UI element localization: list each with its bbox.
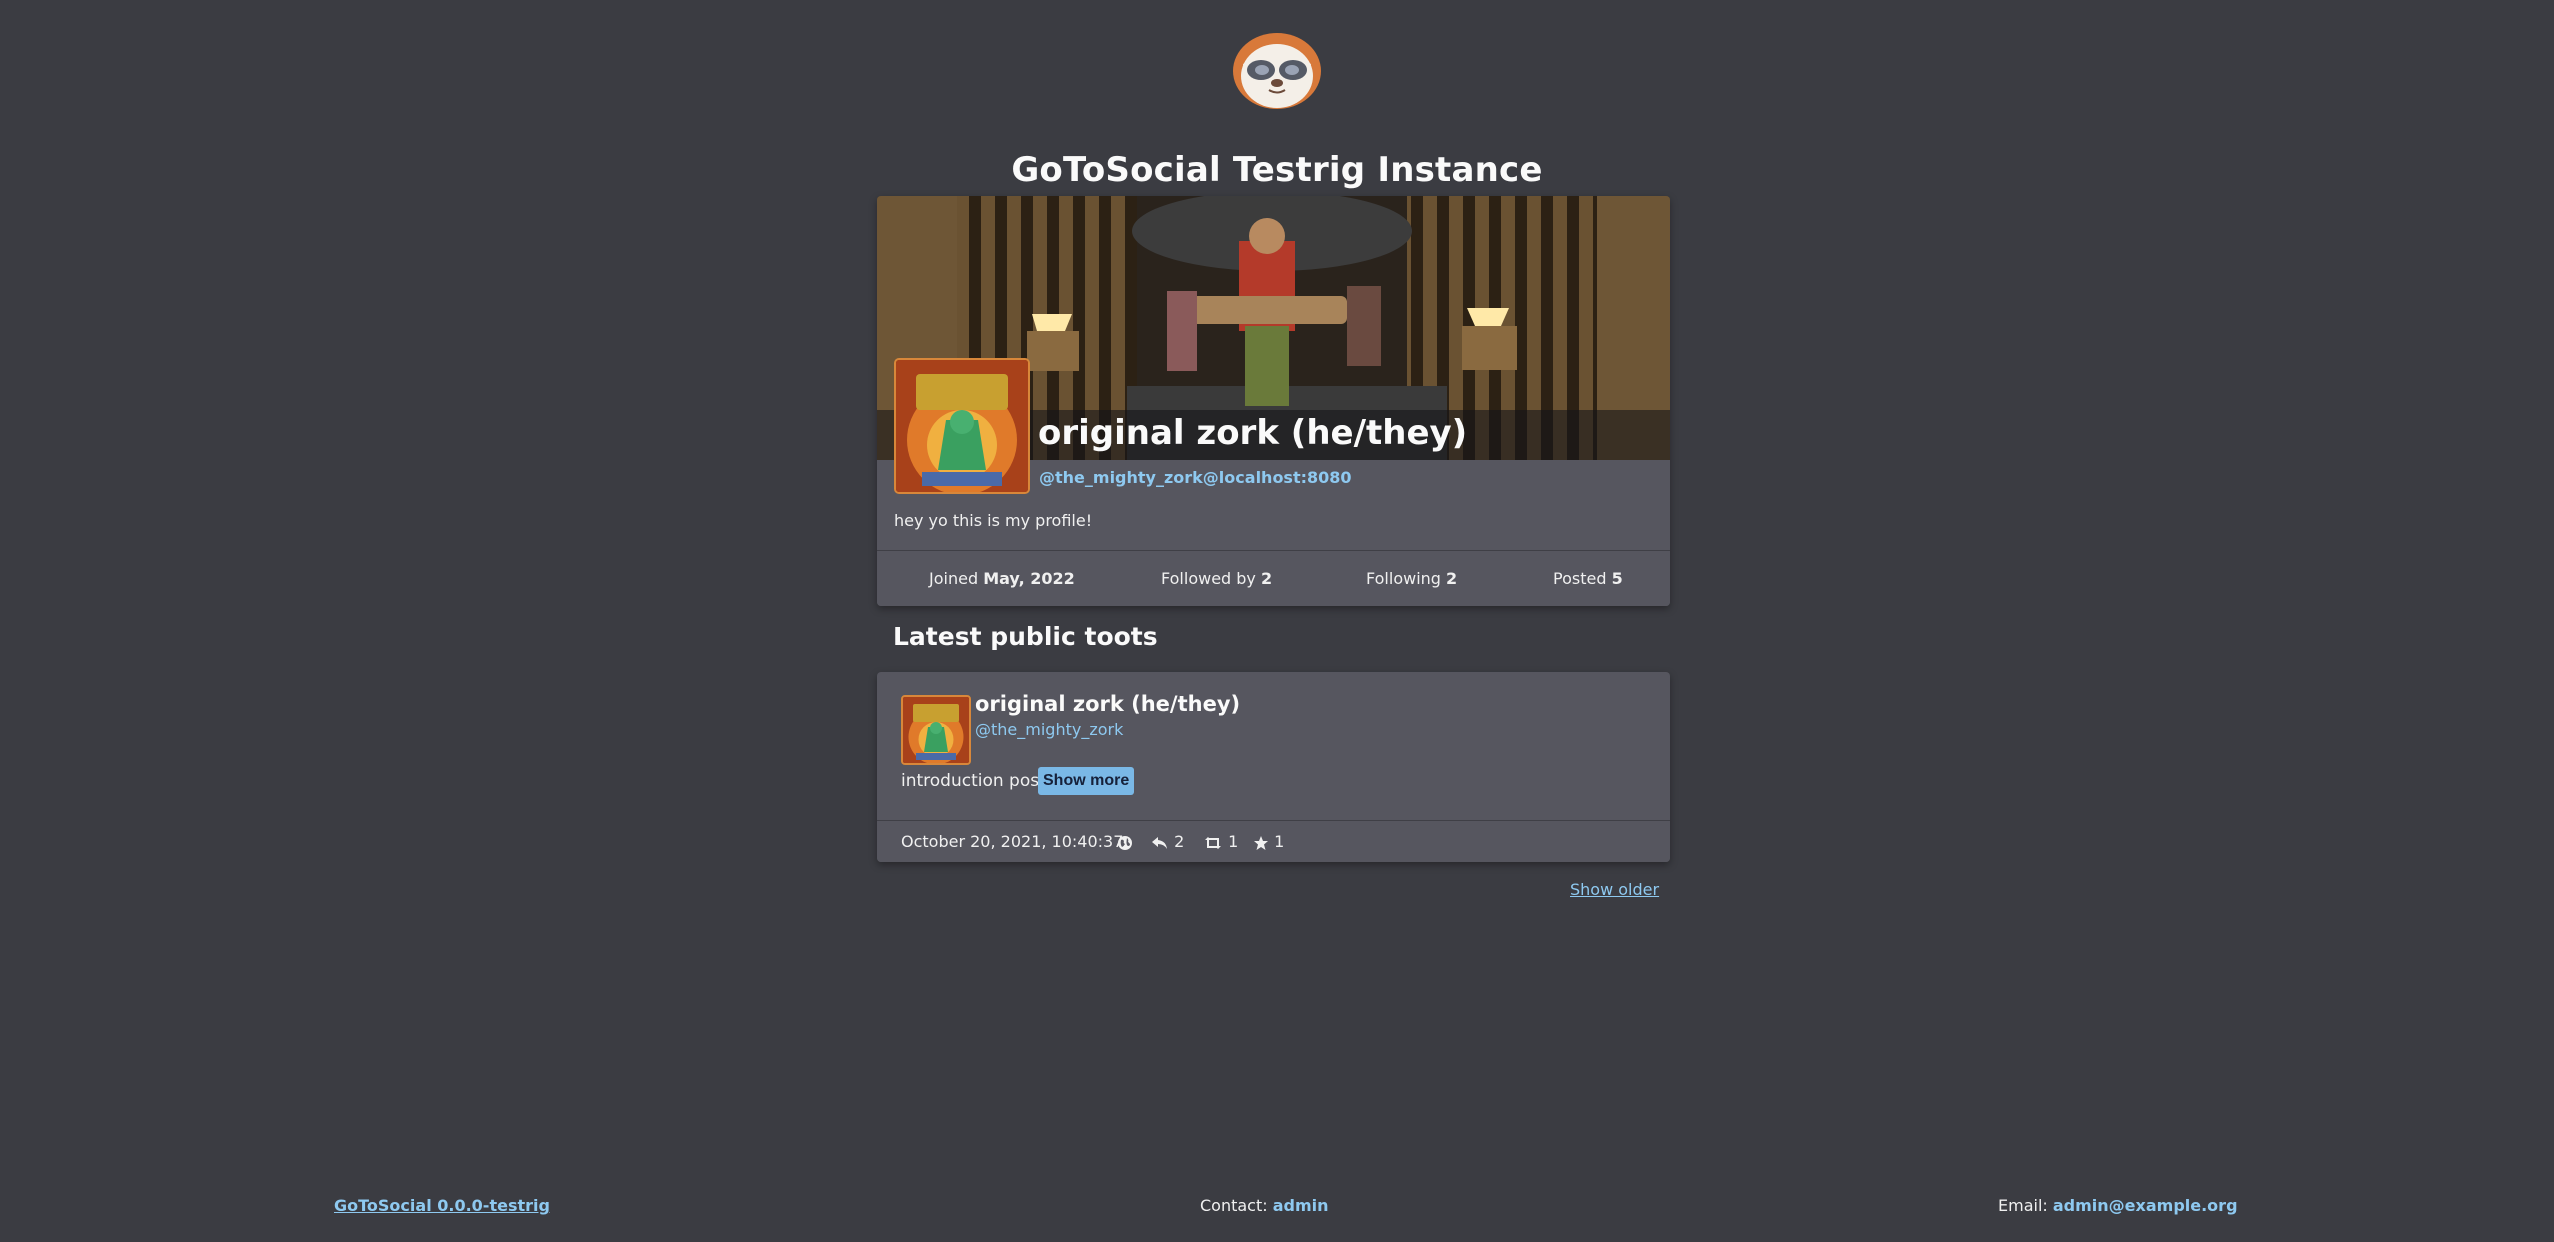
- star-icon: [1254, 835, 1268, 850]
- footer-version: GoToSocial 0.0.0-testrig: [334, 1196, 550, 1215]
- show-more-button[interactable]: Show more: [1038, 767, 1135, 795]
- profile-stats: Joined May, 2022 Followed by 2 Following…: [877, 550, 1670, 606]
- stat-following: Following 2: [1366, 569, 1457, 588]
- toot-info-bar: October 20, 2021, 10:40:37 2 1 1: [877, 820, 1670, 862]
- stat-joined-value: May, 2022: [983, 569, 1075, 588]
- zork-avatar-image: [903, 697, 969, 763]
- stat-posted: Posted 5: [1553, 569, 1623, 588]
- toot-replies-count: 2: [1174, 832, 1185, 851]
- toot-avatar[interactable]: [901, 695, 971, 765]
- profile-card: original zork (he/they) @the_mighty_zork…: [877, 196, 1670, 606]
- site-title: GoToSocial Testrig Instance: [1011, 150, 1543, 190]
- stat-joined: Joined May, 2022: [929, 569, 1075, 588]
- profile-handle[interactable]: @the_mighty_zork@localhost:8080: [1039, 468, 1352, 487]
- toot-boosts-count: 1: [1228, 832, 1239, 851]
- stat-following-label: Following: [1366, 569, 1441, 588]
- stat-followed-label: Followed by: [1161, 569, 1256, 588]
- latest-toots-heading: Latest public toots: [893, 622, 1158, 651]
- boost-icon: [1205, 836, 1221, 849]
- stat-followed-value: 2: [1261, 569, 1273, 588]
- stat-joined-label: Joined: [929, 569, 979, 588]
- toot-date[interactable]: October 20, 2021, 10:40:37: [901, 832, 1123, 851]
- stat-following-value: 2: [1446, 569, 1458, 588]
- contact-link[interactable]: admin: [1273, 1196, 1329, 1215]
- globe-icon: [1118, 835, 1132, 850]
- toot-replies: 2: [1151, 832, 1184, 851]
- email-link[interactable]: admin@example.org: [2053, 1196, 2238, 1215]
- toot-handle[interactable]: @the_mighty_zork: [975, 720, 1123, 739]
- stat-followed-by: Followed by 2: [1161, 569, 1272, 588]
- toot-faves-count: 1: [1274, 832, 1285, 851]
- profile-bio: hey yo this is my profile!: [894, 511, 1093, 530]
- toot-card[interactable]: original zork (he/they) @the_mighty_zork…: [877, 672, 1670, 862]
- contact-label: Contact:: [1200, 1196, 1268, 1215]
- toot-display-name: original zork (he/they): [975, 692, 1241, 716]
- profile-display-name: original zork (he/they): [1038, 413, 1468, 453]
- stat-posted-value: 5: [1611, 569, 1623, 588]
- sloth-logo-icon[interactable]: [1229, 28, 1325, 110]
- toot-visibility: [1117, 832, 1133, 851]
- show-older-link[interactable]: Show older: [1570, 880, 1659, 899]
- zork-avatar-image: [896, 360, 1028, 492]
- toot-boosts: 1: [1203, 832, 1238, 851]
- footer-contact: Contact: admin: [1200, 1196, 1329, 1215]
- site-header: GoToSocial Testrig Instance: [0, 28, 2554, 190]
- toot-content: introduction post: [901, 771, 1046, 791]
- reply-icon: [1152, 836, 1167, 849]
- email-label: Email:: [1998, 1196, 2048, 1215]
- stat-posted-label: Posted: [1553, 569, 1607, 588]
- profile-avatar[interactable]: [894, 358, 1030, 494]
- toot-faves: 1: [1253, 832, 1284, 851]
- version-link[interactable]: GoToSocial 0.0.0-testrig: [334, 1196, 550, 1215]
- footer-email: Email: admin@example.org: [1998, 1196, 2238, 1215]
